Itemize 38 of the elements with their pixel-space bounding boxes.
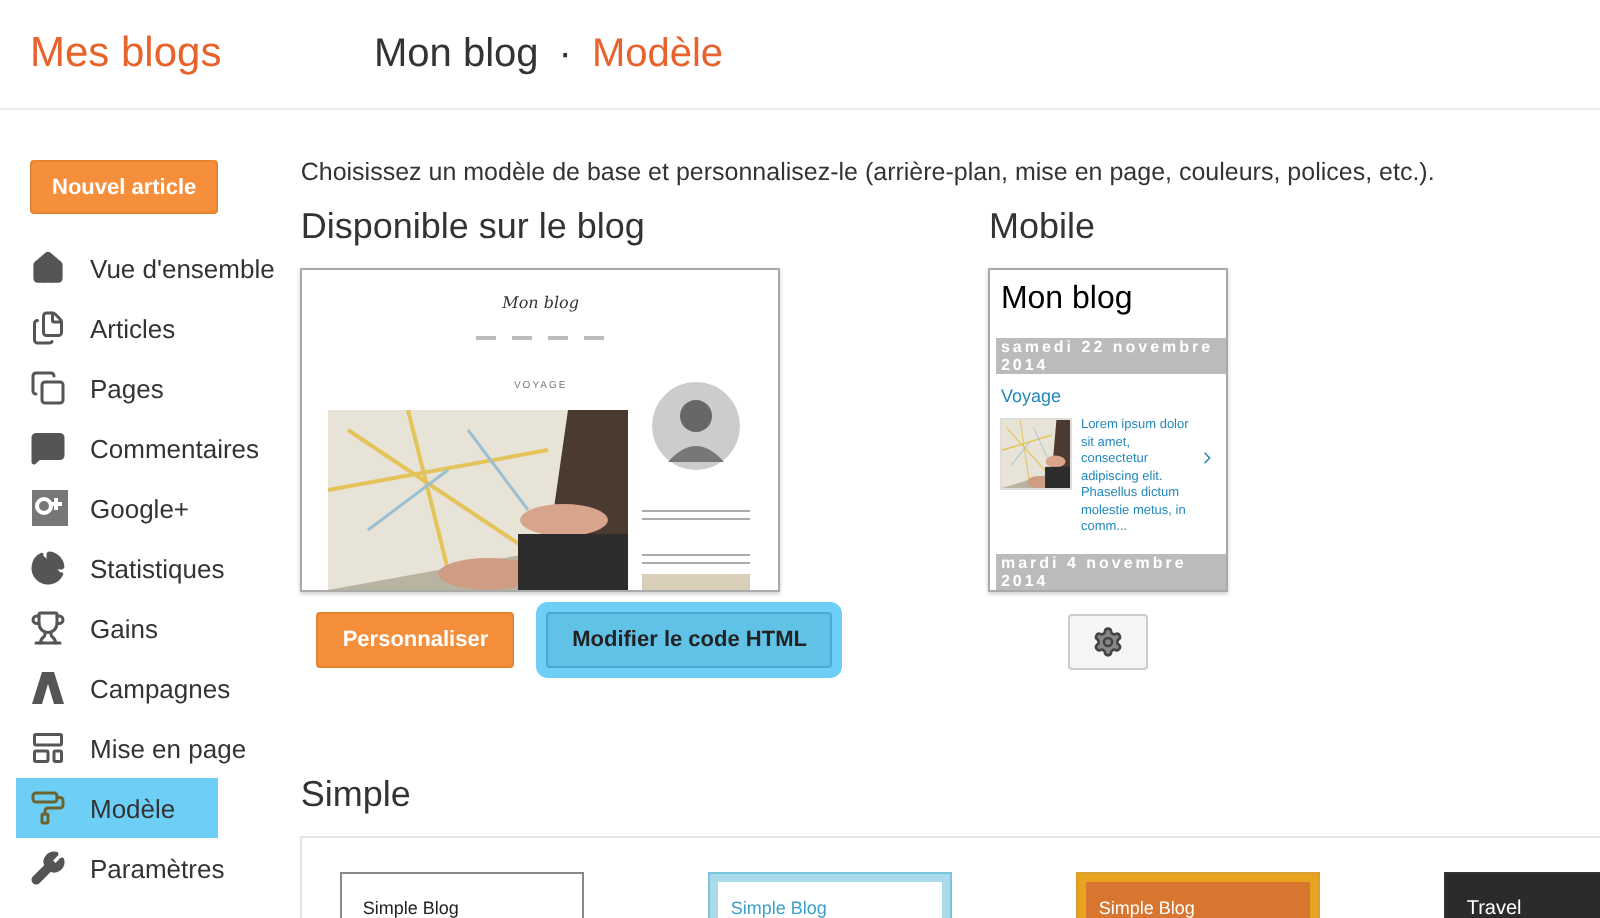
sidebar-item[interactable]: Modèle	[16, 778, 218, 838]
page-title: Modèle	[591, 31, 724, 77]
sidebar-item[interactable]: Commentaires	[16, 418, 274, 478]
profile-avatar	[652, 382, 741, 470]
sidebar-item[interactable]: Articles	[16, 298, 218, 358]
paint-roller-icon	[30, 790, 70, 826]
post-title: Voyage	[1000, 386, 1063, 406]
settings-button[interactable]	[1068, 614, 1149, 670]
intro-text: Choisissez un modèle de base et personnalisez-le (arrière-plan, mise en page, couleurs, polices, etc.).	[300, 158, 1437, 186]
sidebar-item[interactable]: Google+	[16, 478, 218, 538]
section-heading: Simple	[300, 774, 413, 816]
section-heading: Disponible sur le blog	[300, 206, 647, 248]
preview-title: Mon blog	[500, 294, 581, 312]
post-date: samedi 22 novembre 2014	[996, 338, 1227, 374]
sidebar-item[interactable]: Paramètres	[16, 838, 239, 898]
trophy-icon	[30, 610, 70, 646]
post-date: mardi 4 novembre 2014	[996, 553, 1227, 589]
preview-title: Mon blog	[998, 280, 1135, 320]
gplus-icon	[30, 488, 70, 528]
template-thumbnail[interactable]: Simple Blog	[340, 872, 585, 918]
pie-chart-icon	[30, 550, 70, 586]
sidebar-item[interactable]: Vue d'ensemble	[16, 238, 289, 298]
settings-icon	[1092, 626, 1125, 658]
template-title: Simple Blog	[1086, 882, 1311, 918]
speech-bubble-icon	[30, 430, 70, 466]
wrench-icon	[30, 850, 70, 886]
separator: ·	[558, 31, 572, 77]
template-thumbnail[interactable]: Travel	[1444, 872, 1600, 918]
blog-name: Mon blog	[374, 31, 539, 77]
sidebar-item[interactable]: Campagnes	[16, 658, 245, 718]
sidebar-item[interactable]: Mise en page	[16, 718, 261, 778]
campaigns-icon	[30, 670, 70, 706]
sidebar-item[interactable]: Pages	[16, 358, 218, 418]
sidebar-item[interactable]: Gains	[16, 598, 218, 658]
pages-icon	[30, 370, 70, 406]
template-title: Simple Blog	[718, 882, 943, 918]
sidebar-item[interactable]: Statistiques	[16, 538, 239, 598]
section-heading: Mobile	[988, 206, 1097, 248]
